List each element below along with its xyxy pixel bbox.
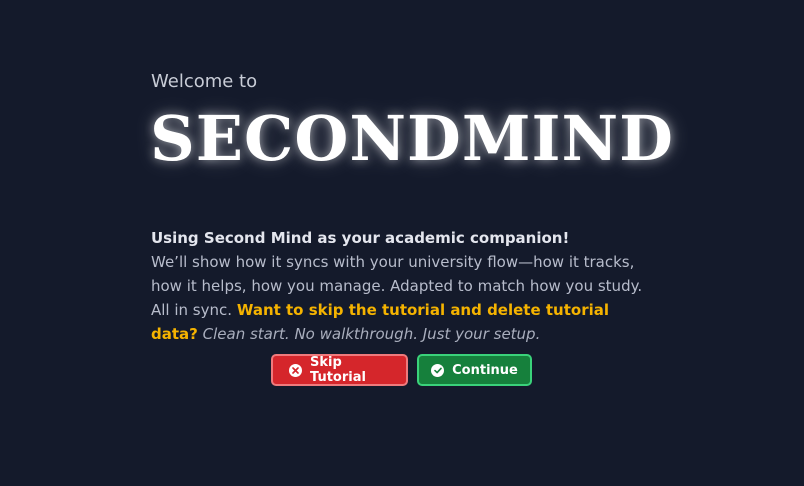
skip-tutorial-label: Skip Tutorial	[310, 355, 366, 385]
close-circle-icon	[289, 363, 302, 377]
continue-label: Continue	[452, 362, 518, 378]
app-title: SECONDMIND	[150, 102, 674, 175]
continue-button[interactable]: Continue	[417, 354, 532, 386]
skip-note: Clean start. No walkthrough. Just your s…	[202, 325, 541, 343]
action-buttons: Skip Tutorial Continue	[271, 354, 532, 386]
skip-tutorial-button[interactable]: Skip Tutorial	[271, 354, 408, 386]
intro-heading: Using Second Mind as your academic compa…	[151, 229, 570, 247]
intro-text: Using Second Mind as your academic compa…	[151, 226, 651, 346]
welcome-text: Welcome to	[151, 71, 258, 92]
check-circle-icon	[431, 363, 445, 377]
